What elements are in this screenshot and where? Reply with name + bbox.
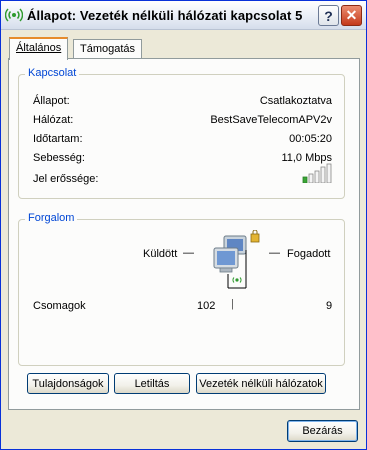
status-label: Állapot: [33, 95, 70, 107]
signal-strength-meter [302, 163, 332, 184]
wireless-networks-button[interactable]: Vezeték nélküli hálózatok [196, 373, 326, 394]
sent-line: — [183, 247, 194, 259]
tab-support[interactable]: Támogatás [73, 39, 143, 59]
speed-label: Sebesség: [33, 152, 85, 164]
wireless-connection-icon [4, 6, 24, 24]
properties-button[interactable]: Tulajdonságok [27, 373, 109, 394]
tab-general[interactable]: Általános [9, 37, 69, 60]
received-label: Fogadott [287, 248, 331, 260]
status-dialog: Állapot: Vezeték nélküli hálózati kapcso… [0, 0, 367, 450]
wireless-networks-button-label: Vezeték nélküli hálózatok [199, 377, 323, 390]
duration-label: Időtartam: [33, 133, 83, 145]
tab-support-label: Támogatás [80, 43, 136, 55]
window-title: Állapot: Vezeték nélküli hálózati kapcso… [27, 8, 303, 23]
tab-panel: Kapcsolat Állapot: Csatlakoztatva Hálóza… [8, 58, 360, 410]
duration-value: 00:05:20 [289, 133, 332, 145]
traffic-group: Forgalom Küldött — — Fogadott Csomagok 1… [18, 212, 345, 366]
signal-strength-label: Jel erőssége: [33, 173, 99, 185]
network-computers-icon [206, 229, 266, 293]
sent-packets-value: 102 [197, 300, 216, 312]
help-button[interactable]: ? [318, 5, 339, 26]
tab-general-label: Általános [16, 42, 62, 54]
properties-button-label: Tulajdonságok [32, 377, 104, 390]
received-line: — [269, 247, 280, 259]
packets-label: Csomagok [33, 300, 86, 312]
received-packets-value: 9 [326, 300, 333, 312]
connection-group: Kapcsolat Állapot: Csatlakoztatva Hálóza… [18, 67, 345, 199]
close-icon: ✕ [345, 7, 358, 23]
close-button[interactable]: Bezárás [287, 420, 358, 442]
traffic-group-title: Forgalom [25, 212, 78, 224]
sent-label: Küldött [143, 248, 178, 260]
network-value: BestSaveTelecomAPV2v [210, 114, 332, 126]
title-bar[interactable]: Állapot: Vezeték nélküli hálózati kapcso… [1, 1, 366, 30]
help-icon: ? [324, 7, 333, 24]
network-label: Hálózat: [33, 114, 74, 126]
close-button-label: Bezárás [302, 425, 343, 437]
close-window-button[interactable]: ✕ [341, 5, 362, 26]
disable-button-label: Letiltás [134, 377, 170, 390]
disable-button[interactable]: Letiltás [114, 373, 190, 394]
packets-divider: | [231, 298, 234, 310]
status-value: Csatlakoztatva [259, 95, 332, 107]
connection-group-title: Kapcsolat [25, 67, 80, 79]
